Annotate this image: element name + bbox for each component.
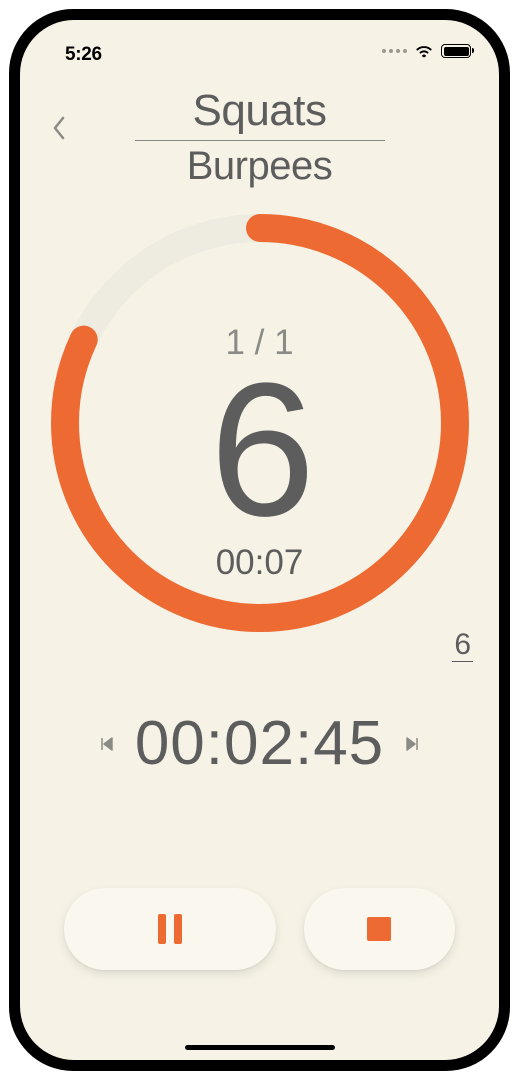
- pause-button[interactable]: [64, 888, 276, 970]
- stop-button[interactable]: [304, 888, 455, 970]
- elapsed-row: 00:02:45: [20, 708, 499, 779]
- progress-ring-area: 1 / 1 6 00:07: [20, 208, 499, 698]
- device-frame: 5:26 Squats Burpees: [9, 9, 510, 1071]
- status-bar: 5:26: [20, 20, 499, 78]
- status-time: 5:26: [65, 44, 102, 66]
- app-screen: 5:26 Squats Burpees: [20, 20, 499, 1060]
- next-exercise-label: Burpees: [20, 144, 499, 189]
- wifi-icon: [414, 44, 434, 58]
- battery-icon: [441, 44, 471, 58]
- control-buttons: [64, 888, 455, 970]
- skip-previous-icon: [98, 735, 116, 753]
- side-counter[interactable]: 6: [452, 628, 473, 662]
- cellular-icon: [382, 49, 407, 53]
- skip-next-icon: [403, 735, 421, 753]
- pause-icon: [158, 914, 182, 944]
- countdown-number: 6: [110, 355, 410, 545]
- next-interval-button[interactable]: [398, 730, 426, 758]
- interval-time-label: 00:07: [110, 543, 410, 583]
- status-indicators: [382, 44, 471, 58]
- title-divider: [135, 140, 385, 141]
- ring-content: 1 / 1 6 00:07: [110, 323, 410, 583]
- stop-icon: [367, 917, 391, 941]
- exercise-titles: Squats Burpees: [20, 86, 499, 189]
- home-indicator[interactable]: [185, 1045, 335, 1050]
- total-elapsed-time: 00:02:45: [135, 708, 384, 779]
- previous-interval-button[interactable]: [93, 730, 121, 758]
- current-exercise-label: Squats: [20, 86, 499, 136]
